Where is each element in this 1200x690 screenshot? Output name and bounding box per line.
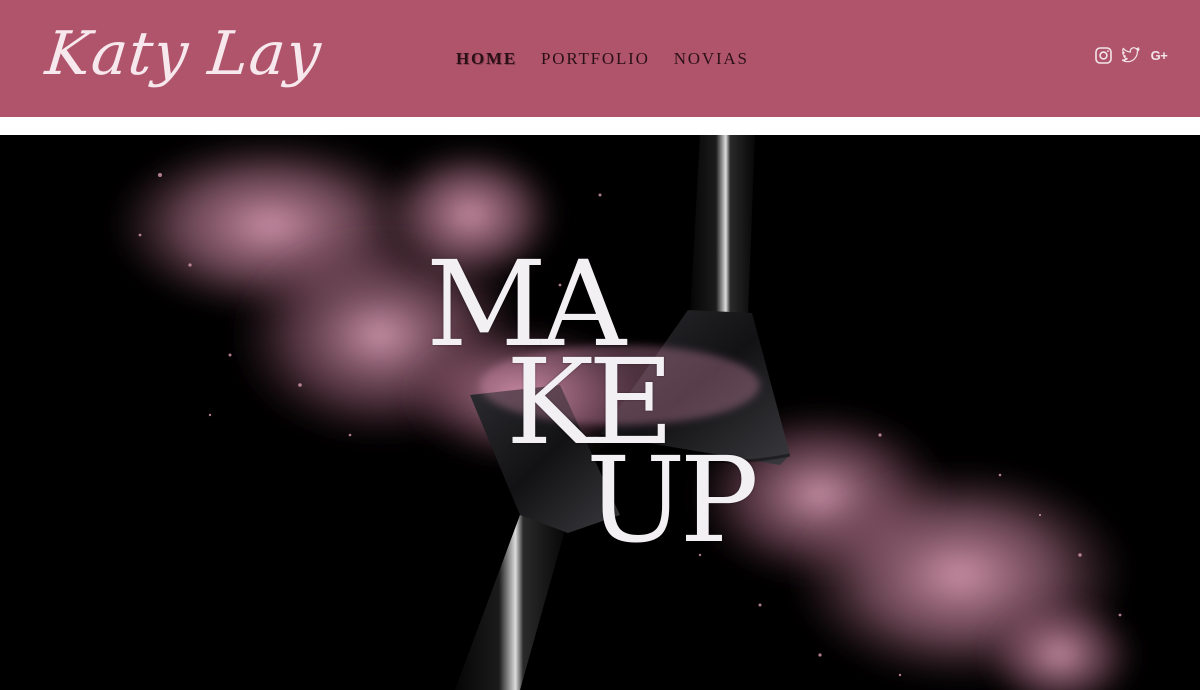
- hero-banner: MA KE UP: [0, 135, 1200, 690]
- header-separator: [0, 117, 1200, 135]
- twitter-icon[interactable]: [1122, 46, 1140, 64]
- google-plus-icon[interactable]: G+: [1150, 46, 1168, 64]
- nav-item-home[interactable]: HOME: [456, 46, 517, 72]
- main-nav: HOME PORTFOLIO NOVIAS: [456, 46, 749, 72]
- powder-cloud: [380, 145, 560, 285]
- instagram-icon[interactable]: [1094, 46, 1112, 64]
- nav-item-novias[interactable]: NOVIAS: [674, 46, 749, 72]
- nav-item-portfolio[interactable]: PORTFOLIO: [541, 46, 650, 72]
- site-logo[interactable]: Katy Lay: [42, 14, 326, 94]
- makeup-brush-artwork: [110, 135, 1140, 690]
- powder-glow: [480, 345, 760, 425]
- site-header: Katy Lay HOME PORTFOLIO NOVIAS G+: [0, 0, 1200, 117]
- social-links: G+: [1094, 46, 1168, 64]
- google-plus-label: G+: [1150, 47, 1168, 63]
